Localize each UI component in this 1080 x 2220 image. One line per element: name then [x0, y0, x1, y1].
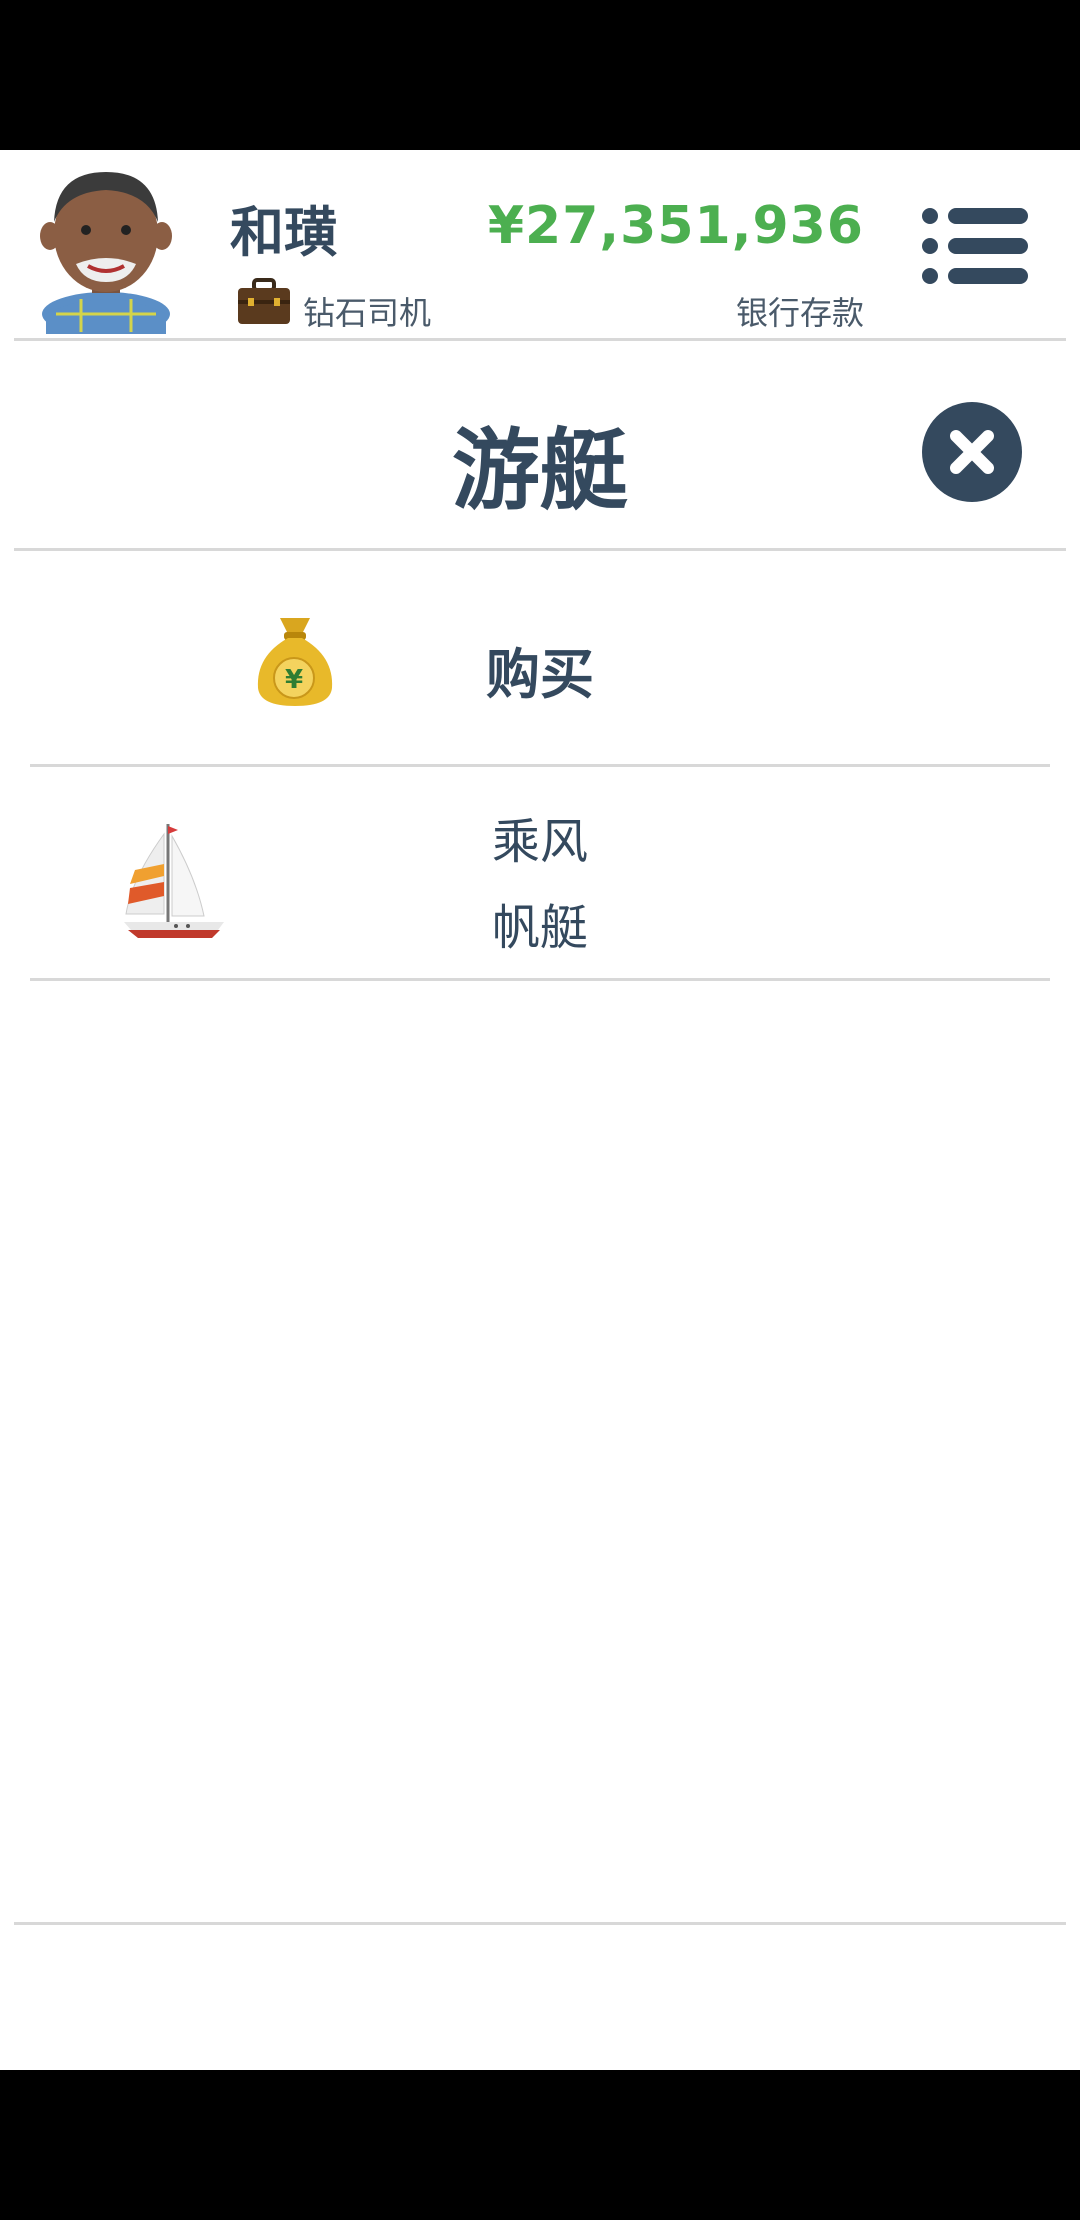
row-divider-2 — [30, 978, 1050, 981]
header-divider — [14, 338, 1066, 341]
avatar[interactable] — [36, 164, 176, 334]
briefcase-icon — [238, 278, 290, 324]
job-title: 钻石司机 — [303, 294, 432, 332]
screen: 和璜 钻石司机 ¥27,351,936 银行存款 游艇 购买 ¥ 乘风 帆艇 — [0, 150, 1080, 2070]
buy-row[interactable]: 购买 — [30, 550, 1050, 764]
sailboat-icon — [124, 824, 224, 938]
close-button[interactable] — [922, 402, 1022, 502]
bank-balance: ¥27,351,936 — [487, 196, 864, 256]
bank-balance-label: 银行存款 — [735, 294, 864, 332]
buy-label: 购买 — [486, 643, 594, 706]
navigation-bar — [0, 2070, 1080, 2220]
footer-divider — [14, 1922, 1066, 1925]
close-icon — [950, 430, 994, 474]
status-bar — [0, 0, 1080, 150]
svg-text:¥: ¥ — [285, 665, 303, 695]
money-bag-icon: ¥ — [257, 618, 333, 706]
page-title: 游艇 — [451, 419, 628, 522]
header: 和璜 钻石司机 ¥27,351,936 银行存款 — [0, 150, 1080, 342]
menu-icon[interactable] — [918, 206, 1028, 286]
player-name: 和璜 — [230, 201, 338, 264]
